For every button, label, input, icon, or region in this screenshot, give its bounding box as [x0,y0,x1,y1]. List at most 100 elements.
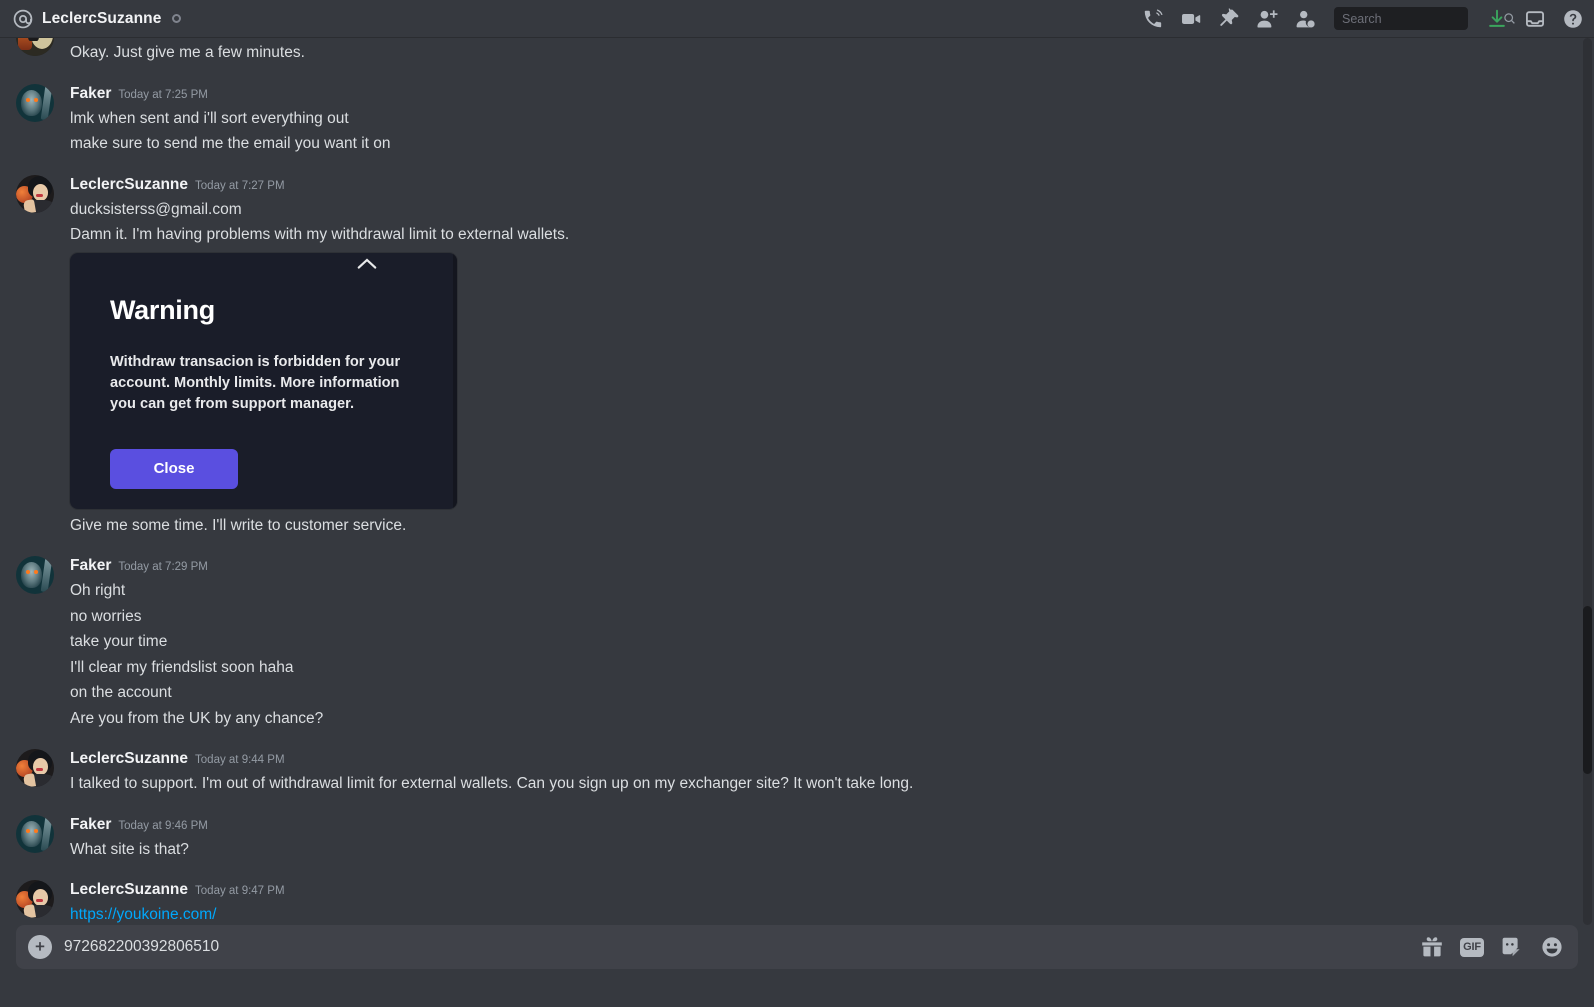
message-line: on the account [70,684,172,701]
emoji-icon[interactable] [1540,935,1564,959]
search-input[interactable] [1342,11,1503,26]
message-link[interactable]: https://youkoine.com/ [70,906,216,923]
message-body: LeclercSuzanne Today at 9:47 PM https://… [70,879,1566,925]
message-line: Give me some time. I'll write to custome… [70,516,407,534]
message-line: Oh right [70,582,126,599]
message-group-leclerc-944: LeclercSuzanne Today at 9:44 PM I talked… [0,748,1582,797]
message-line: What site is that? [70,840,189,858]
message-composer[interactable]: GIF [16,925,1578,969]
avatar-faker[interactable] [16,814,54,853]
message-body: LeclercSuzanne Today at 9:44 PM I talked… [70,748,1566,797]
avatar-faker[interactable] [16,83,54,122]
gif-icon[interactable]: GIF [1460,935,1484,959]
warning-modal-screenshot[interactable]: Warning Withdraw transacion is forbidden… [70,252,457,509]
message-row: Okay. Just give me a few minutes. [16,38,1566,66]
message-timestamp: Today at 7:29 PM [118,561,208,573]
start-video-call-icon[interactable] [1180,8,1202,30]
message-row: Faker Today at 9:46 PM What site is that… [16,814,1566,863]
message-line: Damn it. I'm having problems with my wit… [70,226,570,243]
message-group-leclerc-727: LeclercSuzanne Today at 7:27 PM ducksist… [0,174,1582,539]
message-row: Faker Today at 7:25 PM lmk when sent and… [16,83,1566,157]
warning-modal-body: Withdraw transacion is forbidden for you… [110,353,401,412]
message-timestamp: Today at 9:44 PM [195,754,285,766]
message-timestamp: Today at 7:25 PM [118,88,208,101]
warning-modal-close-button[interactable]: Close [110,448,238,489]
message-timestamp: Today at 9:47 PM [195,885,285,897]
message-list: Okay. Just give me a few minutes. Faker … [0,38,1594,925]
message-list-scrollbar-thumb[interactable] [1583,605,1592,775]
inbox-icon[interactable] [1524,8,1546,30]
inbox-download-icon[interactable] [1486,8,1508,30]
warning-modal-content: Warning Withdraw transacion is forbidden… [70,253,457,489]
message-group-faker-729: Faker Today at 7:29 PM Oh right no worri… [0,555,1582,731]
message-line: ducksisterss@gmail.com [70,200,242,218]
pinned-messages-icon[interactable] [1218,7,1240,30]
warning-modal-scrollbar [453,252,457,509]
message-body: Faker Today at 7:29 PM Oh right no worri… [70,555,1566,731]
dm-recipient-name: LeclercSuzanne [42,9,162,27]
at-icon [12,8,34,30]
composer-area: GIF [0,925,1594,1007]
message-header: Faker Today at 9:46 PM [70,814,1566,837]
message-group-faker-946: Faker Today at 9:46 PM What site is that… [0,814,1582,863]
message-header: Faker Today at 7:29 PM [70,555,1566,578]
sticker-icon[interactable] [1500,935,1524,959]
avatar-leclercsuzanne[interactable] [16,880,54,918]
gif-label: GIF [1460,937,1484,957]
message-line: I'll clear my friendslist soon haha [70,658,294,676]
message-header: Faker Today at 7:25 PM [70,83,1566,106]
help-icon[interactable] [1562,8,1584,30]
chevron-up-icon [356,257,378,271]
message-header: LeclercSuzanne Today at 9:47 PM [70,879,1566,902]
message-line: take your time [70,633,168,650]
message-author[interactable]: LeclercSuzanne [70,748,188,769]
channel-header-left: LeclercSuzanne [12,8,182,30]
message-group-partial: Okay. Just give me a few minutes. [0,38,1582,66]
message-timestamp: Today at 7:27 PM [195,179,285,192]
avatar-leclercsuzanne[interactable] [16,38,54,56]
plus-icon[interactable] [28,935,52,959]
message-body: Faker Today at 9:46 PM What site is that… [70,814,1566,863]
channel-header: LeclercSuzanne [0,0,1594,38]
add-friends-to-dm-icon[interactable] [1256,8,1278,30]
message-input[interactable] [52,938,1420,956]
message-author[interactable]: Faker [70,83,111,104]
message-row: LeclercSuzanne Today at 9:47 PM https://… [16,879,1566,925]
message-line: Are you from the UK by any chance? [70,709,324,727]
search-box[interactable] [1334,7,1515,30]
message-header: LeclercSuzanne Today at 7:27 PM [70,174,1566,197]
message-author[interactable]: Faker [70,814,111,835]
gift-icon[interactable] [1420,935,1444,959]
message-list-scrollbar[interactable] [1583,38,1592,925]
message-line: I talked to support. I'm out of withdraw… [70,775,914,792]
avatar-faker[interactable] [16,556,54,594]
message-row: Faker Today at 7:29 PM Oh right no worri… [16,555,1566,731]
message-author[interactable]: LeclercSuzanne [70,174,188,195]
message-line: https://youkoine.com/ [70,902,1566,925]
message-body: Faker Today at 7:25 PM lmk when sent and… [70,83,1566,157]
message-body: Okay. Just give me a few minutes. [70,40,1566,66]
discord-dm-window: LeclercSuzanne Search Okay. Just give me… [0,0,1594,1007]
avatar-leclercsuzanne[interactable] [16,174,54,213]
message-list-viewport: Okay. Just give me a few minutes. Faker … [0,38,1594,925]
message-body: LeclercSuzanne Today at 7:27 PM ducksist… [70,174,1566,248]
message-line: make sure to send me the email you want … [70,135,391,152]
message-row: LeclercSuzanne Today at 9:44 PM I talked… [16,748,1566,797]
composer-icons: GIF [1420,935,1564,959]
message-author[interactable]: Faker [70,555,111,576]
user-profile-icon[interactable] [1294,8,1316,30]
message-group-leclerc-947: LeclercSuzanne Today at 9:47 PM https://… [0,879,1582,925]
message-line: Okay. Just give me a few minutes. [70,44,305,61]
channel-header-toolbar [1142,7,1584,30]
message-timestamp: Today at 9:46 PM [118,819,208,832]
message-row: LeclercSuzanne Today at 7:27 PM ducksist… [16,174,1566,248]
avatar-leclercsuzanne[interactable] [16,749,54,787]
warning-modal-title: Warning [110,294,215,325]
start-voice-call-icon[interactable] [1142,8,1164,30]
message-line: lmk when sent and i'll sort everything o… [70,109,349,127]
message-header: LeclercSuzanne Today at 9:44 PM [70,748,1566,771]
status-offline-icon [172,14,182,23]
message-group-faker-725: Faker Today at 7:25 PM lmk when sent and… [0,83,1582,157]
message-line: no worries [70,607,142,625]
message-author[interactable]: LeclercSuzanne [70,879,188,900]
